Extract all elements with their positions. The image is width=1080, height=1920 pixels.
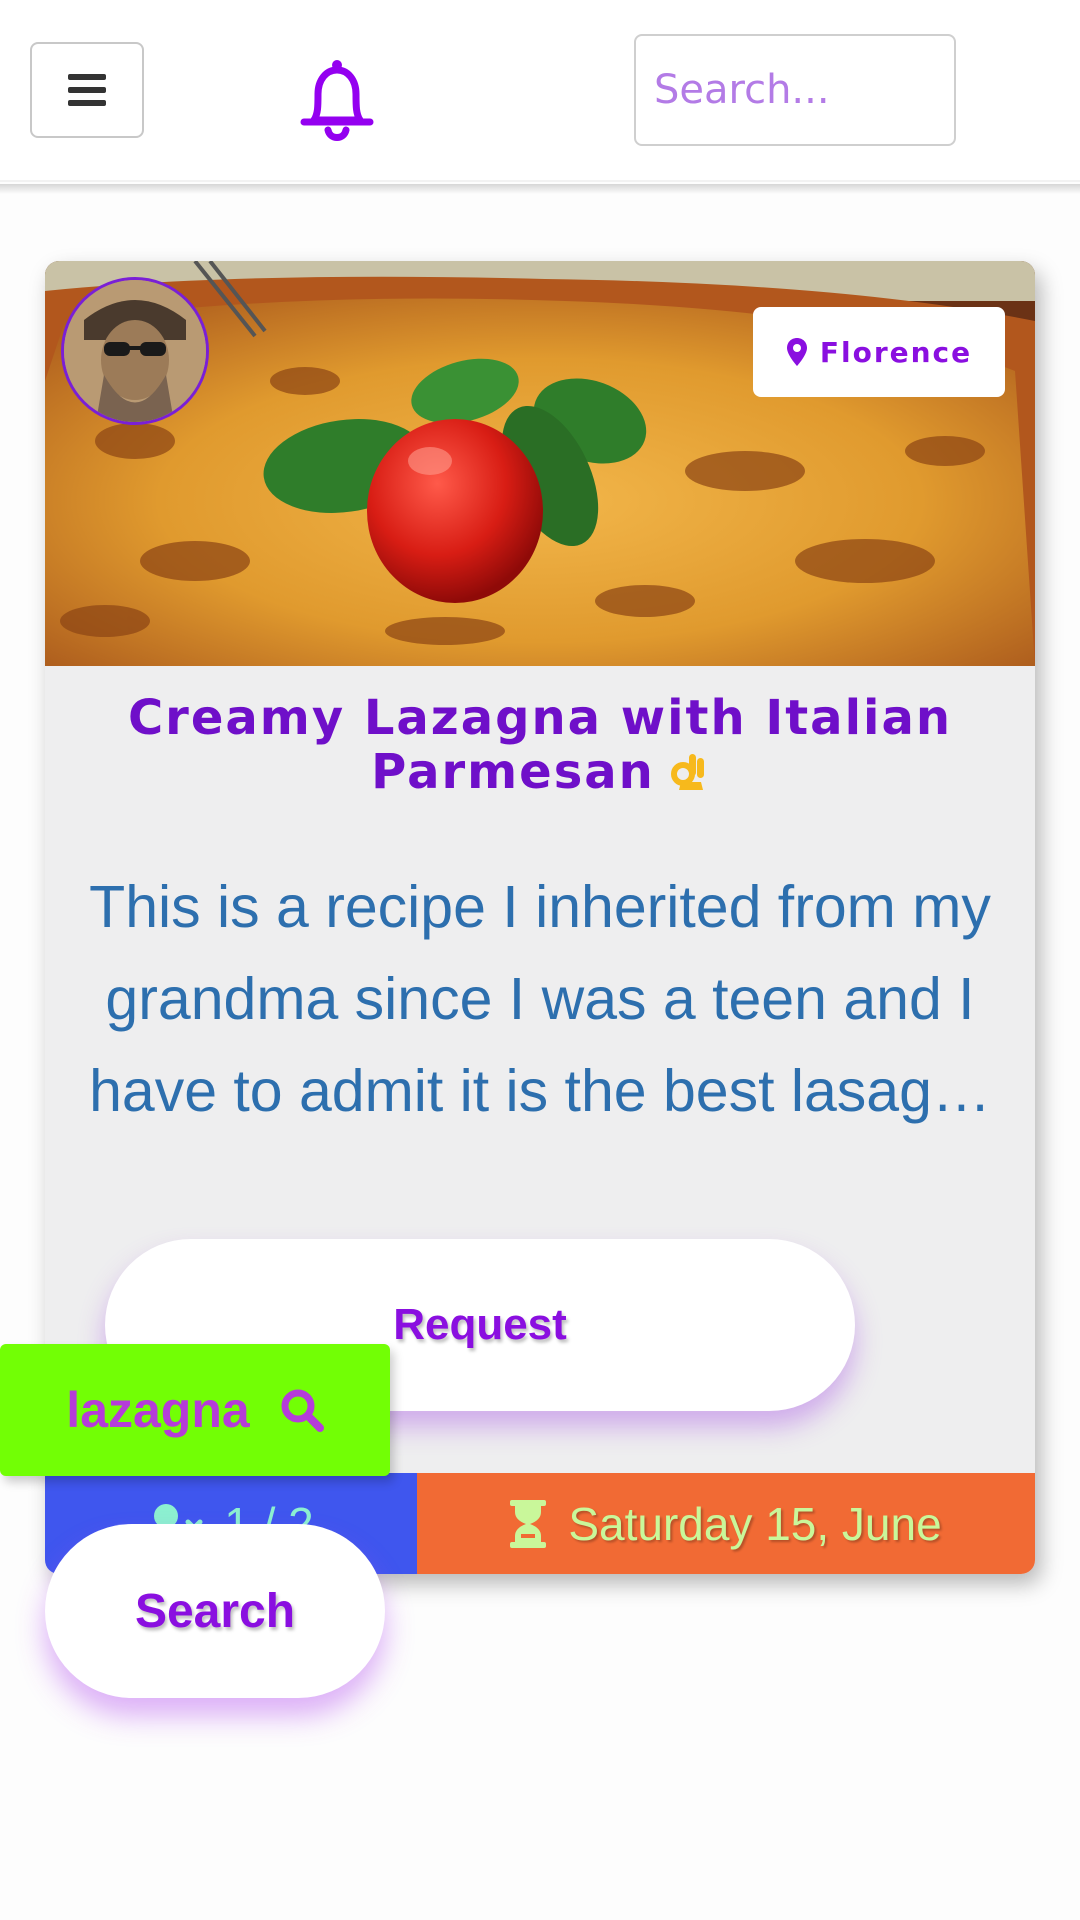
recipe-title: Creamy Lazagna with Italian Parmesan — [85, 691, 995, 799]
notifications-button[interactable] — [296, 56, 378, 146]
hourglass-icon — [510, 1499, 547, 1548]
author-avatar[interactable] — [61, 277, 209, 425]
recipe-title-text: Creamy Lazagna with Italian Parmesan — [127, 690, 953, 800]
map-pin-icon — [786, 338, 807, 366]
search-button[interactable]: Search — [45, 1524, 385, 1698]
search-term-chip[interactable]: lazagna — [0, 1344, 390, 1476]
location-label: Florence — [819, 335, 973, 369]
bell-icon — [300, 58, 374, 141]
search-input[interactable] — [634, 34, 956, 146]
top-bar-shadow — [0, 184, 1080, 194]
menu-button[interactable] — [30, 42, 144, 138]
magnifier-icon — [281, 1389, 324, 1432]
location-badge[interactable]: Florence — [753, 307, 1005, 397]
event-date: Saturday 15, June — [568, 1497, 942, 1550]
date-section: Saturday 15, June — [417, 1473, 1035, 1574]
hamburger-menu-icon — [68, 74, 106, 106]
top-navigation-bar — [0, 0, 1080, 182]
ok-hand-emoji — [670, 754, 704, 790]
search-term-text: lazagna — [66, 1382, 250, 1438]
recipe-description: This is a recipe I inherited from my gra… — [89, 874, 991, 1124]
